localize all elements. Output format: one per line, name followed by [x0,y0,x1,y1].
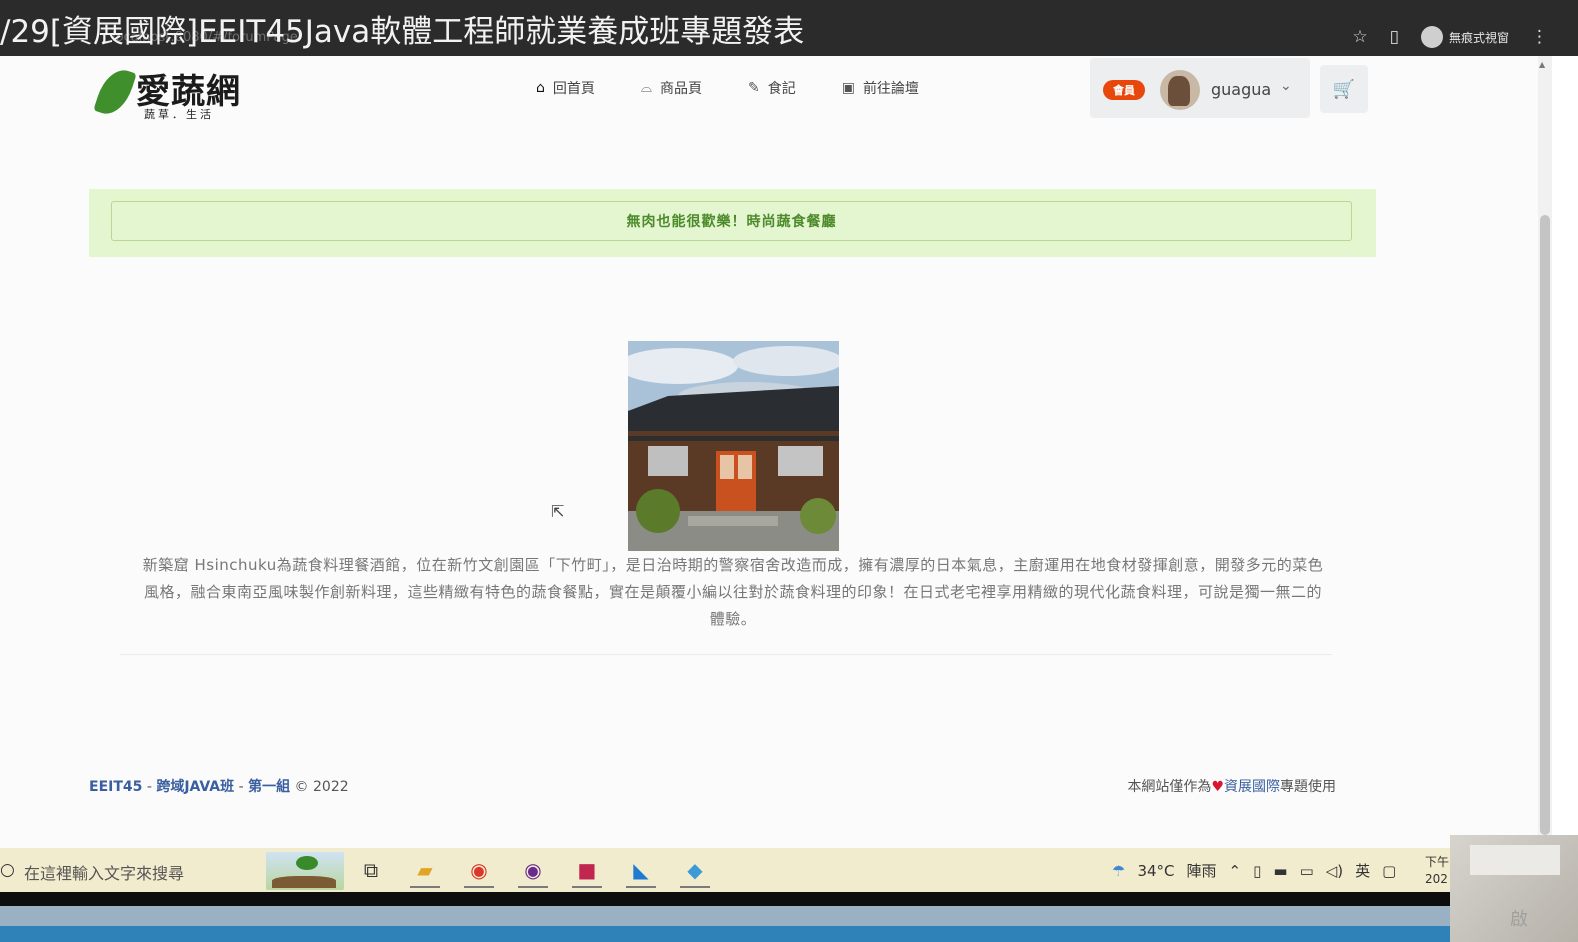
device-icon[interactable]: ▯ [1253,862,1261,880]
nav-food-journal[interactable]: ✎ 食記 [748,78,796,98]
nav-products[interactable]: ⌓ 商品頁 [641,78,702,98]
video-title-overlay: /29[資展國際]EEIT45Java軟體工程師就業養成班專題發表 [0,14,805,50]
user-menu[interactable]: 會員 guagua ⌄ [1090,58,1310,118]
footer-sep: - [234,779,249,795]
avatar [1160,70,1200,110]
clock-date: 202 [1425,872,1448,886]
headline-text: 無肉也能很歡樂！時尚蔬食餐廳 [626,214,837,230]
search-icon[interactable]: ○ [0,860,15,880]
weather-text[interactable]: 陣雨 [1187,860,1217,881]
footer-link-eeit45[interactable]: EEIT45 [89,779,142,795]
footer-sep: - [142,779,157,795]
bag-icon: ⌓ [640,80,652,96]
chrome-icon[interactable]: ◉ [464,854,494,888]
home-icon: ⌂ [536,80,545,96]
mouse-cursor-icon: ⇱ [551,502,565,521]
chevron-up-icon[interactable]: ⌃ [1229,862,1242,880]
leaf-logo-icon [93,64,137,120]
app-icon[interactable]: ◆ [680,854,710,888]
headline-banner: 無肉也能很歡樂！時尚蔬食餐廳 [89,189,1376,257]
clock-time: 下午 [1425,855,1450,869]
browser-toolbar: ☆ ▯ 無痕式視窗 ⋮ [1352,26,1548,48]
nav-forum[interactable]: ▣ 前往論壇 [842,78,919,98]
intellij-icon[interactable]: ■ [572,854,602,888]
taskbar-search-input[interactable]: 在這裡輸入文字來搜尋 [24,860,184,884]
incognito-icon [1420,26,1443,48]
webcam-overlay: 啟 [1450,835,1578,942]
article-description: 新築窟 Hsinchuku為蔬食料理餐酒館，位在新竹文創園區「下竹町」，是日治時… [142,556,1324,628]
footer-credits: EEIT45 - 跨域JAVA班 - 第一組 © 2022 [89,776,349,796]
windows-taskbar: ○ 在這裡輸入文字來搜尋 ⧉ ▰ ◉ ◉ ■ ◣ ◆ ☂ 34°C 陣雨 ⌃ ▯… [0,848,1450,892]
task-view-icon[interactable]: ⧉ [356,854,386,888]
incognito-indicator[interactable]: 無痕式視窗 [1420,26,1509,48]
footer-link-iii[interactable]: 資展國際 [1224,779,1280,795]
member-badge: 會員 [1103,80,1145,100]
weather-temp[interactable]: 34°C [1137,862,1174,880]
github-desktop-icon[interactable]: ◉ [518,854,548,888]
watermark-text: 啟 [1510,909,1528,930]
chevron-down-icon: ⌄ [1280,78,1292,94]
more-menu-icon[interactable]: ⋮ [1531,27,1548,47]
notification-icon[interactable]: ▢ [1382,862,1396,880]
headline-box: 無肉也能很歡樂！時尚蔬食餐廳 [111,201,1352,241]
incognito-label: 無痕式視窗 [1448,30,1509,45]
nav-home-label: 回首頁 [552,81,595,97]
footer-link-class[interactable]: 跨域JAVA班 [156,779,234,795]
restaurant-photo [628,341,839,551]
main-nav: ⌂ 回首頁 ⌓ 商品頁 ✎ 食記 ▣ 前往論壇 [536,78,919,98]
vscode-icon[interactable]: ◣ [626,854,656,888]
volume-icon[interactable]: ◁) [1326,862,1343,880]
cart-button[interactable]: 🛒 [1320,65,1368,113]
site-logo[interactable]: 愛蔬網 蔬草．生活 [93,64,250,122]
browser-top-bar: localhost:8080/#/forumPage /29[資展國際]EEIT… [0,0,1578,56]
heart-icon: ♥ [1211,779,1224,795]
nav-food-journal-label: 食記 [767,81,796,97]
nav-forum-label: 前往論壇 [862,81,919,97]
ime-indicator[interactable]: 英 [1355,860,1370,881]
scroll-up-icon[interactable]: ▲ [1539,60,1545,69]
edit-icon: ✎ [747,80,760,96]
divider [120,654,1332,655]
logo-subtext: 蔬草．生活 [144,108,214,121]
sidepanel-icon[interactable]: ▯ [1390,27,1399,47]
footer-notice-prefix: 本網站僅作為 [1127,779,1212,795]
video-bottom-band [0,906,1450,942]
cart-icon: 🛒 [1332,78,1356,100]
forum-icon: ▣ [841,80,855,96]
nav-products-label: 商品頁 [659,81,702,97]
battery-icon[interactable]: ▬ [1273,862,1287,880]
taskbar-apps: ⧉ ▰ ◉ ◉ ■ ◣ ◆ [356,854,710,888]
web-page: 愛蔬網 蔬草．生活 ⌂ 回首頁 ⌓ 商品頁 ✎ 食記 ▣ 前往論壇 會員 gua… [0,56,1538,848]
video-bottom-bar [0,892,1450,906]
file-explorer-icon[interactable]: ▰ [410,854,440,888]
scroll-thumb[interactable] [1540,215,1550,835]
nav-home[interactable]: ⌂ 回首頁 [536,78,595,98]
username: guagua [1211,80,1272,99]
weather-icon[interactable]: ☂ [1112,862,1125,880]
footer-link-group[interactable]: 第一組 [248,779,290,795]
footer-notice: 本網站僅作為♥資展國際專題使用 [1127,776,1336,796]
footer-copyright: © 2022 [290,779,349,795]
footer-notice-suffix: 專題使用 [1280,779,1336,795]
network-icon[interactable]: ▭ [1300,862,1314,880]
taskbar-clock[interactable]: 下午 202 [1425,854,1449,888]
star-icon[interactable]: ☆ [1352,27,1367,47]
search-highlight-image[interactable] [266,852,344,890]
system-tray: ☂ 34°C 陣雨 ⌃ ▯ ▬ ▭ ◁) 英 ▢ [1112,860,1396,881]
